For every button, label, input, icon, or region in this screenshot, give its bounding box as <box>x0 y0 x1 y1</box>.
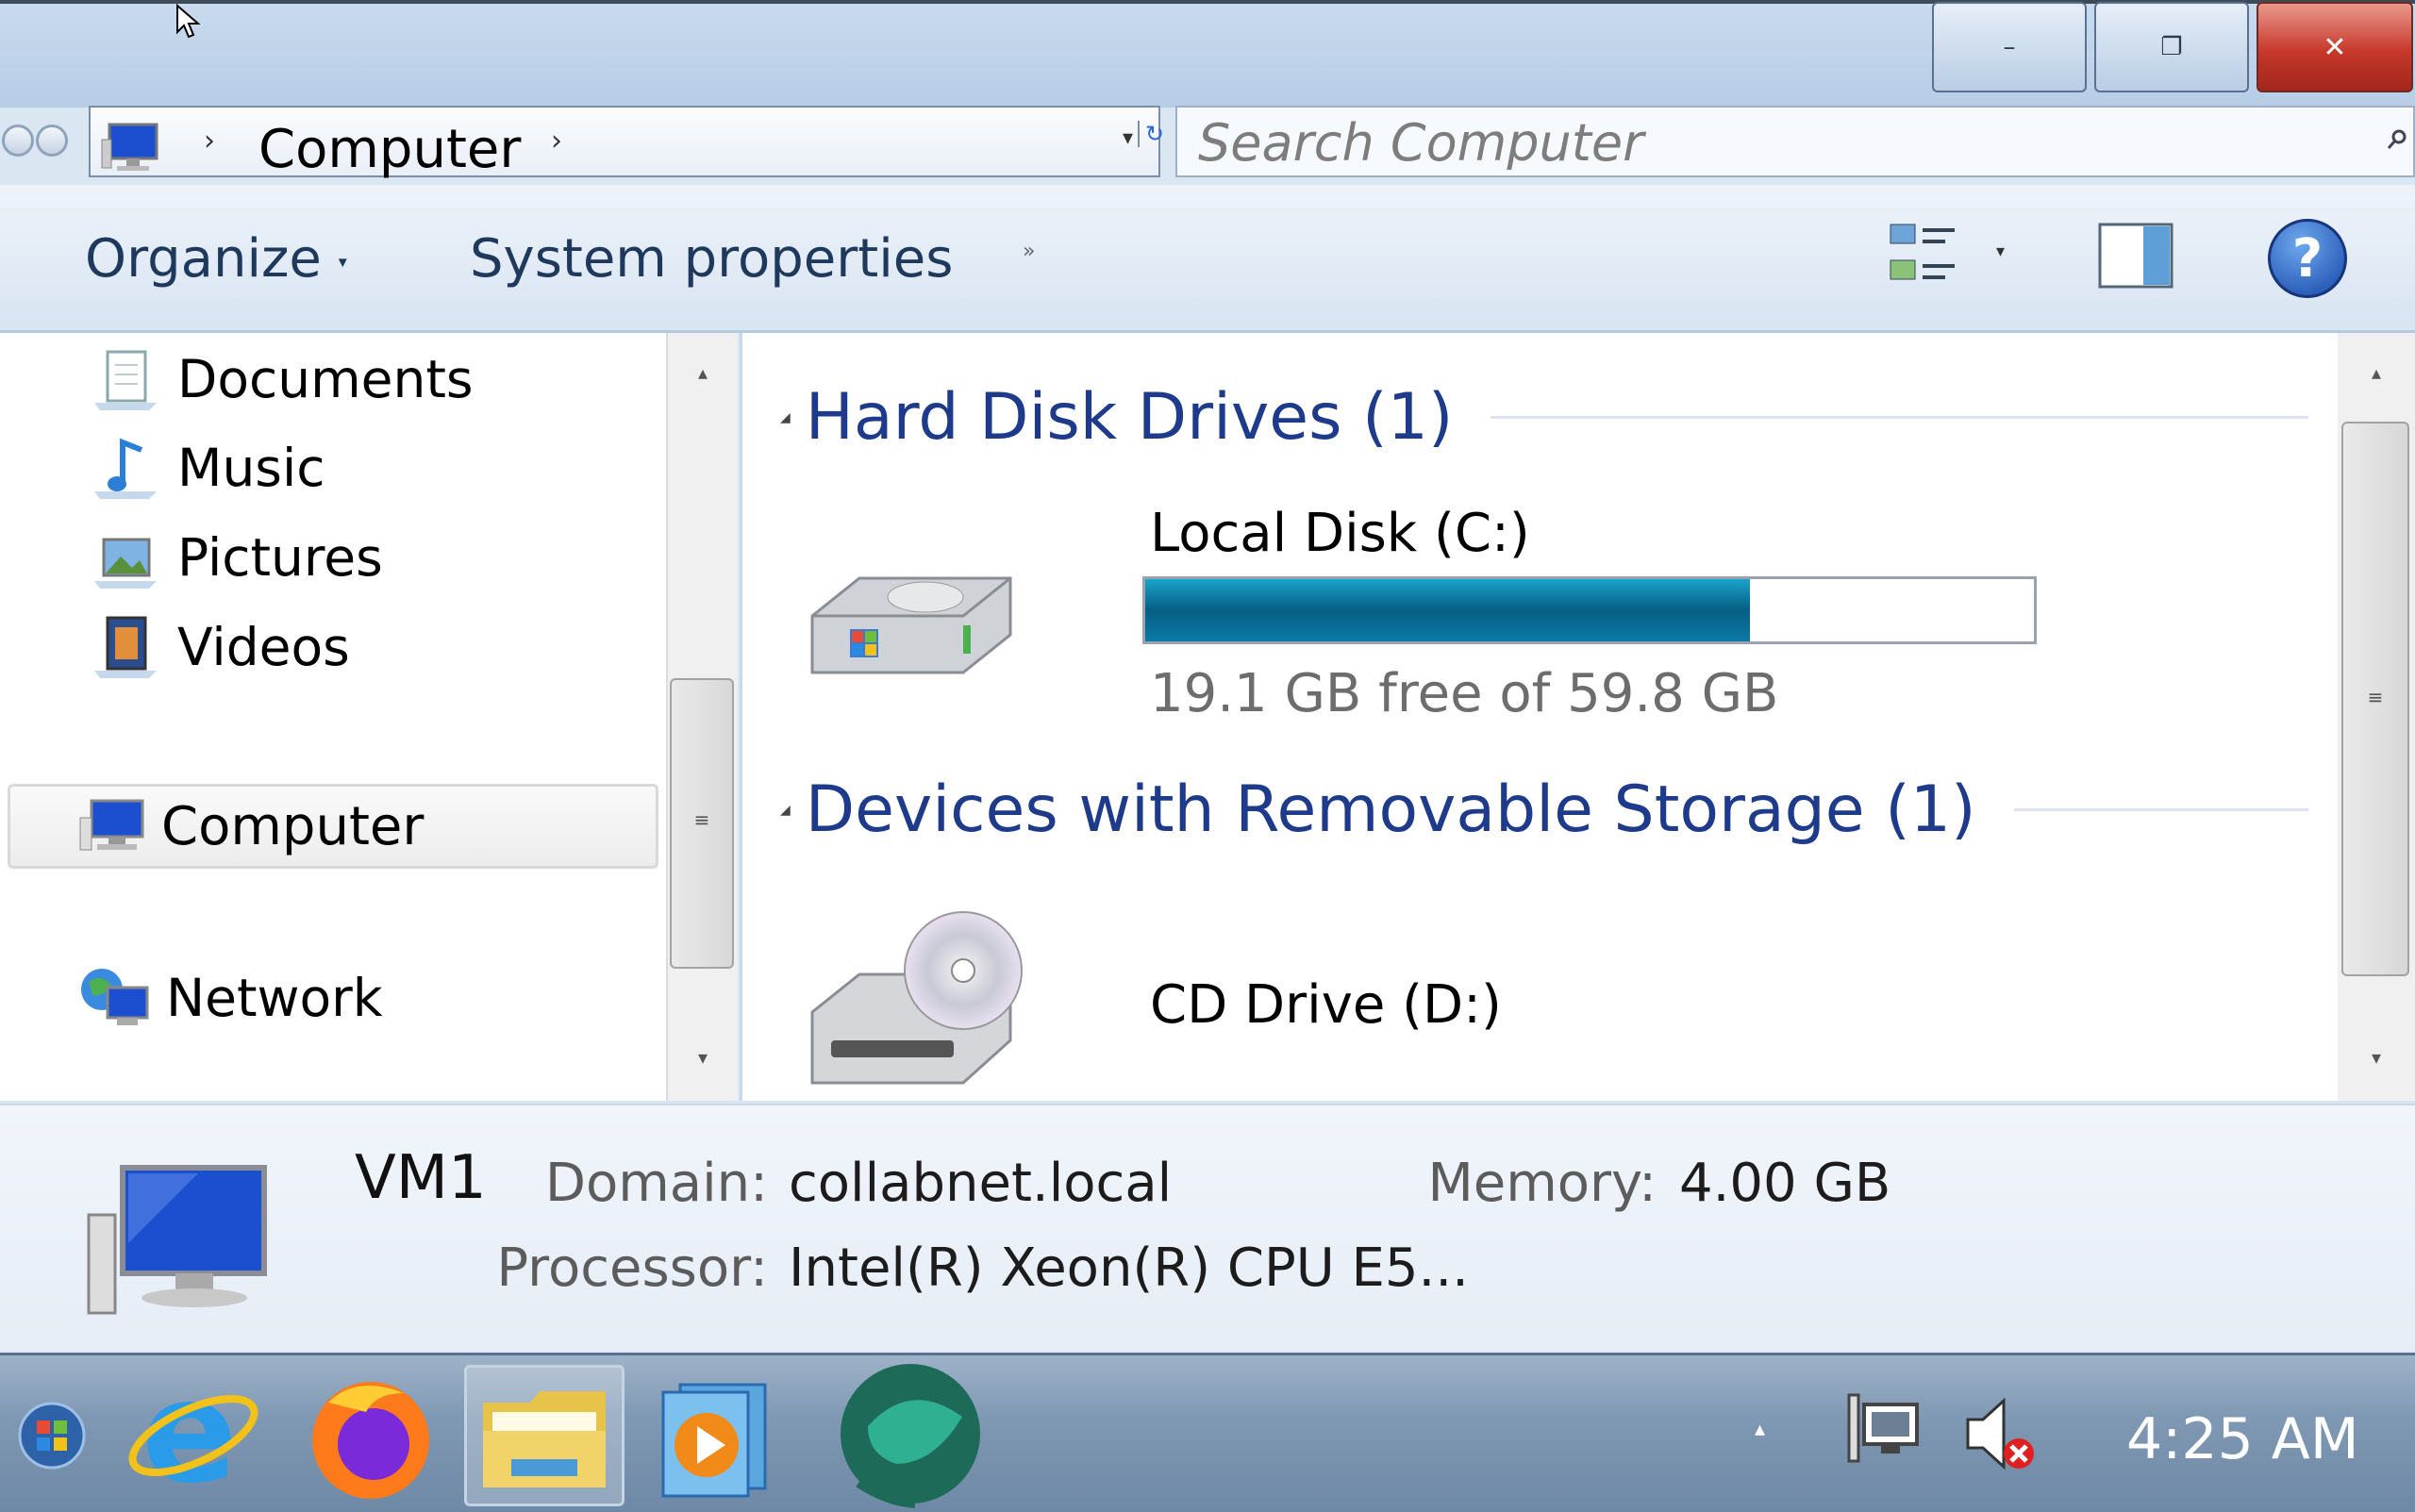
scroll-up-arrow[interactable]: ▴ <box>668 361 738 384</box>
collapse-toggle-icon[interactable]: ◢ <box>780 803 791 818</box>
search-input[interactable] <box>1196 115 2370 170</box>
nav-pane-scrollbar[interactable]: ▴ ≡ ▾ <box>666 333 738 1101</box>
processor-value: Intel(R) Xeon(R) CPU E5... <box>789 1238 1469 1299</box>
pictures-icon <box>91 524 164 590</box>
organize-label: Organize <box>85 228 322 290</box>
details-pane: VM1 Domain: collabnet.local Memory: 4.00… <box>0 1104 2415 1354</box>
scroll-up-arrow[interactable]: ▴ <box>2338 361 2415 384</box>
nav-item-documents[interactable]: Documents <box>91 346 474 412</box>
group-header-removable-storage[interactable]: ◢ Devices with Removable Storage (1) <box>780 773 2308 847</box>
music-icon <box>91 435 164 501</box>
memory-label: Memory: <box>1427 1153 1657 1214</box>
local-disk-free-space: 19.1 GB free of 59.8 GB <box>1150 663 1779 724</box>
preview-pane-icon[interactable] <box>2098 223 2174 294</box>
nav-item-pictures-label: Pictures <box>177 527 383 588</box>
taskbar: e ▴ 4:25 AM <box>0 1353 2415 1512</box>
breadcrumb-separator-2[interactable]: › <box>551 125 562 158</box>
media-player-icon[interactable] <box>638 1365 798 1506</box>
network-icon <box>79 965 153 1031</box>
group-header-hard-disk-drives[interactable]: ◢ Hard Disk Drives (1) <box>780 380 2308 455</box>
nav-item-documents-label: Documents <box>177 349 474 409</box>
group-divider <box>2013 808 2308 811</box>
computer-icon <box>100 121 166 175</box>
back-forward-buttons[interactable] <box>2 125 70 160</box>
scroll-grip-icon: ≡ <box>2367 686 2384 708</box>
domain-value: collabnet.local <box>789 1153 1173 1214</box>
minimize-button[interactable]: – <box>1932 2 2087 92</box>
nav-item-computer-label: Computer <box>161 795 425 857</box>
help-button[interactable]: ? <box>2268 219 2347 298</box>
nav-item-computer[interactable]: Computer <box>8 784 658 869</box>
disk-usage-fill <box>1145 579 1750 641</box>
nav-item-videos-label: Videos <box>177 617 350 677</box>
scroll-thumb[interactable]: ≡ <box>670 678 734 969</box>
organize-dropdown-icon: ▾ <box>338 252 347 273</box>
content-pane: ◢ Hard Disk Drives (1) Local Disk (C:) 1… <box>740 333 2339 1101</box>
scroll-thumb[interactable]: ≡ <box>2341 422 2409 976</box>
volume-muted-icon[interactable] <box>1962 1391 2047 1480</box>
navigation-pane: Documents Music Pictures Videos Computer… <box>0 333 666 1101</box>
internet-explorer-icon[interactable]: e <box>113 1365 274 1506</box>
windows-explorer-taskbar-button[interactable] <box>464 1365 625 1506</box>
views-dropdown-icon[interactable]: ▾ <box>1996 241 2005 261</box>
organize-button[interactable]: Organize ▾ <box>85 228 347 290</box>
mouse-cursor-icon <box>175 3 204 45</box>
group-title-hard-disk-drives: Hard Disk Drives (1) <box>805 380 1454 455</box>
documents-icon <box>91 346 164 412</box>
start-button[interactable] <box>0 1365 104 1506</box>
group-divider <box>1491 416 2308 419</box>
nav-item-music-label: Music <box>177 438 325 498</box>
address-bar[interactable]: › Computer › ▾ ↻ <box>89 106 1164 180</box>
svg-text:e: e <box>142 1370 238 1502</box>
collapse-toggle-icon[interactable]: ◢ <box>780 410 791 425</box>
disk-usage-bar <box>1142 576 2037 644</box>
computer-icon <box>78 797 154 856</box>
processor-label: Processor: <box>496 1238 768 1299</box>
back-button[interactable] <box>2 125 34 157</box>
firefox-icon[interactable] <box>291 1365 451 1506</box>
close-button[interactable]: ✕ <box>2257 2 2413 92</box>
cd-drive-icon <box>803 908 1029 1101</box>
domain-label: Domain: <box>544 1153 768 1214</box>
forward-button[interactable] <box>36 125 68 157</box>
help-icon: ? <box>2291 227 2323 290</box>
restore-button[interactable]: ❐ <box>2094 2 2249 92</box>
system-properties-button[interactable]: System properties <box>470 228 953 290</box>
refresh-icon[interactable]: ↻ <box>1138 121 1164 147</box>
content-scrollbar[interactable]: ▴ ≡ ▾ <box>2338 333 2415 1101</box>
cd-drive-name: CD Drive (D:) <box>1150 974 1502 1036</box>
folder-icon <box>483 1391 606 1487</box>
nav-item-network-label: Network <box>166 968 383 1028</box>
local-disk-item[interactable]: Local Disk (C:) 19.1 GB free of 59.8 GB <box>799 503 2037 724</box>
cd-drive-item[interactable]: CD Drive (D:) <box>799 908 1648 1097</box>
memory-value: 4.00 GB <box>1679 1153 1891 1214</box>
app-orb-icon[interactable] <box>830 1364 991 1508</box>
search-box[interactable] <box>1175 106 2415 177</box>
hard-drive-icon <box>803 559 1020 686</box>
address-dropdown-icon[interactable]: ▾ <box>1123 126 1133 150</box>
nav-item-music[interactable]: Music <box>91 435 325 501</box>
scroll-down-arrow[interactable]: ▾ <box>2338 1046 2415 1069</box>
breadcrumb-separator[interactable]: › <box>204 125 215 158</box>
clock[interactable]: 4:25 AM <box>2126 1406 2359 1472</box>
search-icon[interactable] <box>2387 128 2407 155</box>
computer-name: VM1 <box>355 1143 487 1213</box>
local-disk-name: Local Disk (C:) <box>1150 503 1530 564</box>
network-status-icon[interactable] <box>1845 1391 1924 1474</box>
videos-icon <box>91 614 164 680</box>
group-title-removable-storage: Devices with Removable Storage (1) <box>805 773 1976 847</box>
nav-item-videos[interactable]: Videos <box>91 614 350 680</box>
show-hidden-icons-arrow[interactable]: ▴ <box>1755 1418 1765 1441</box>
computer-large-icon <box>85 1158 283 1332</box>
breadcrumb-computer[interactable]: Computer <box>258 119 521 180</box>
nav-item-pictures[interactable]: Pictures <box>91 524 383 590</box>
more-commands-icon[interactable]: » <box>1023 240 1035 263</box>
scroll-grip-icon: ≡ <box>693 808 710 831</box>
command-bar: Organize ▾ System properties » ▾ ? <box>0 185 2415 333</box>
nav-item-network[interactable]: Network <box>79 965 383 1031</box>
change-view-icon[interactable] <box>1889 221 1962 292</box>
scroll-down-arrow[interactable]: ▾ <box>668 1046 738 1069</box>
